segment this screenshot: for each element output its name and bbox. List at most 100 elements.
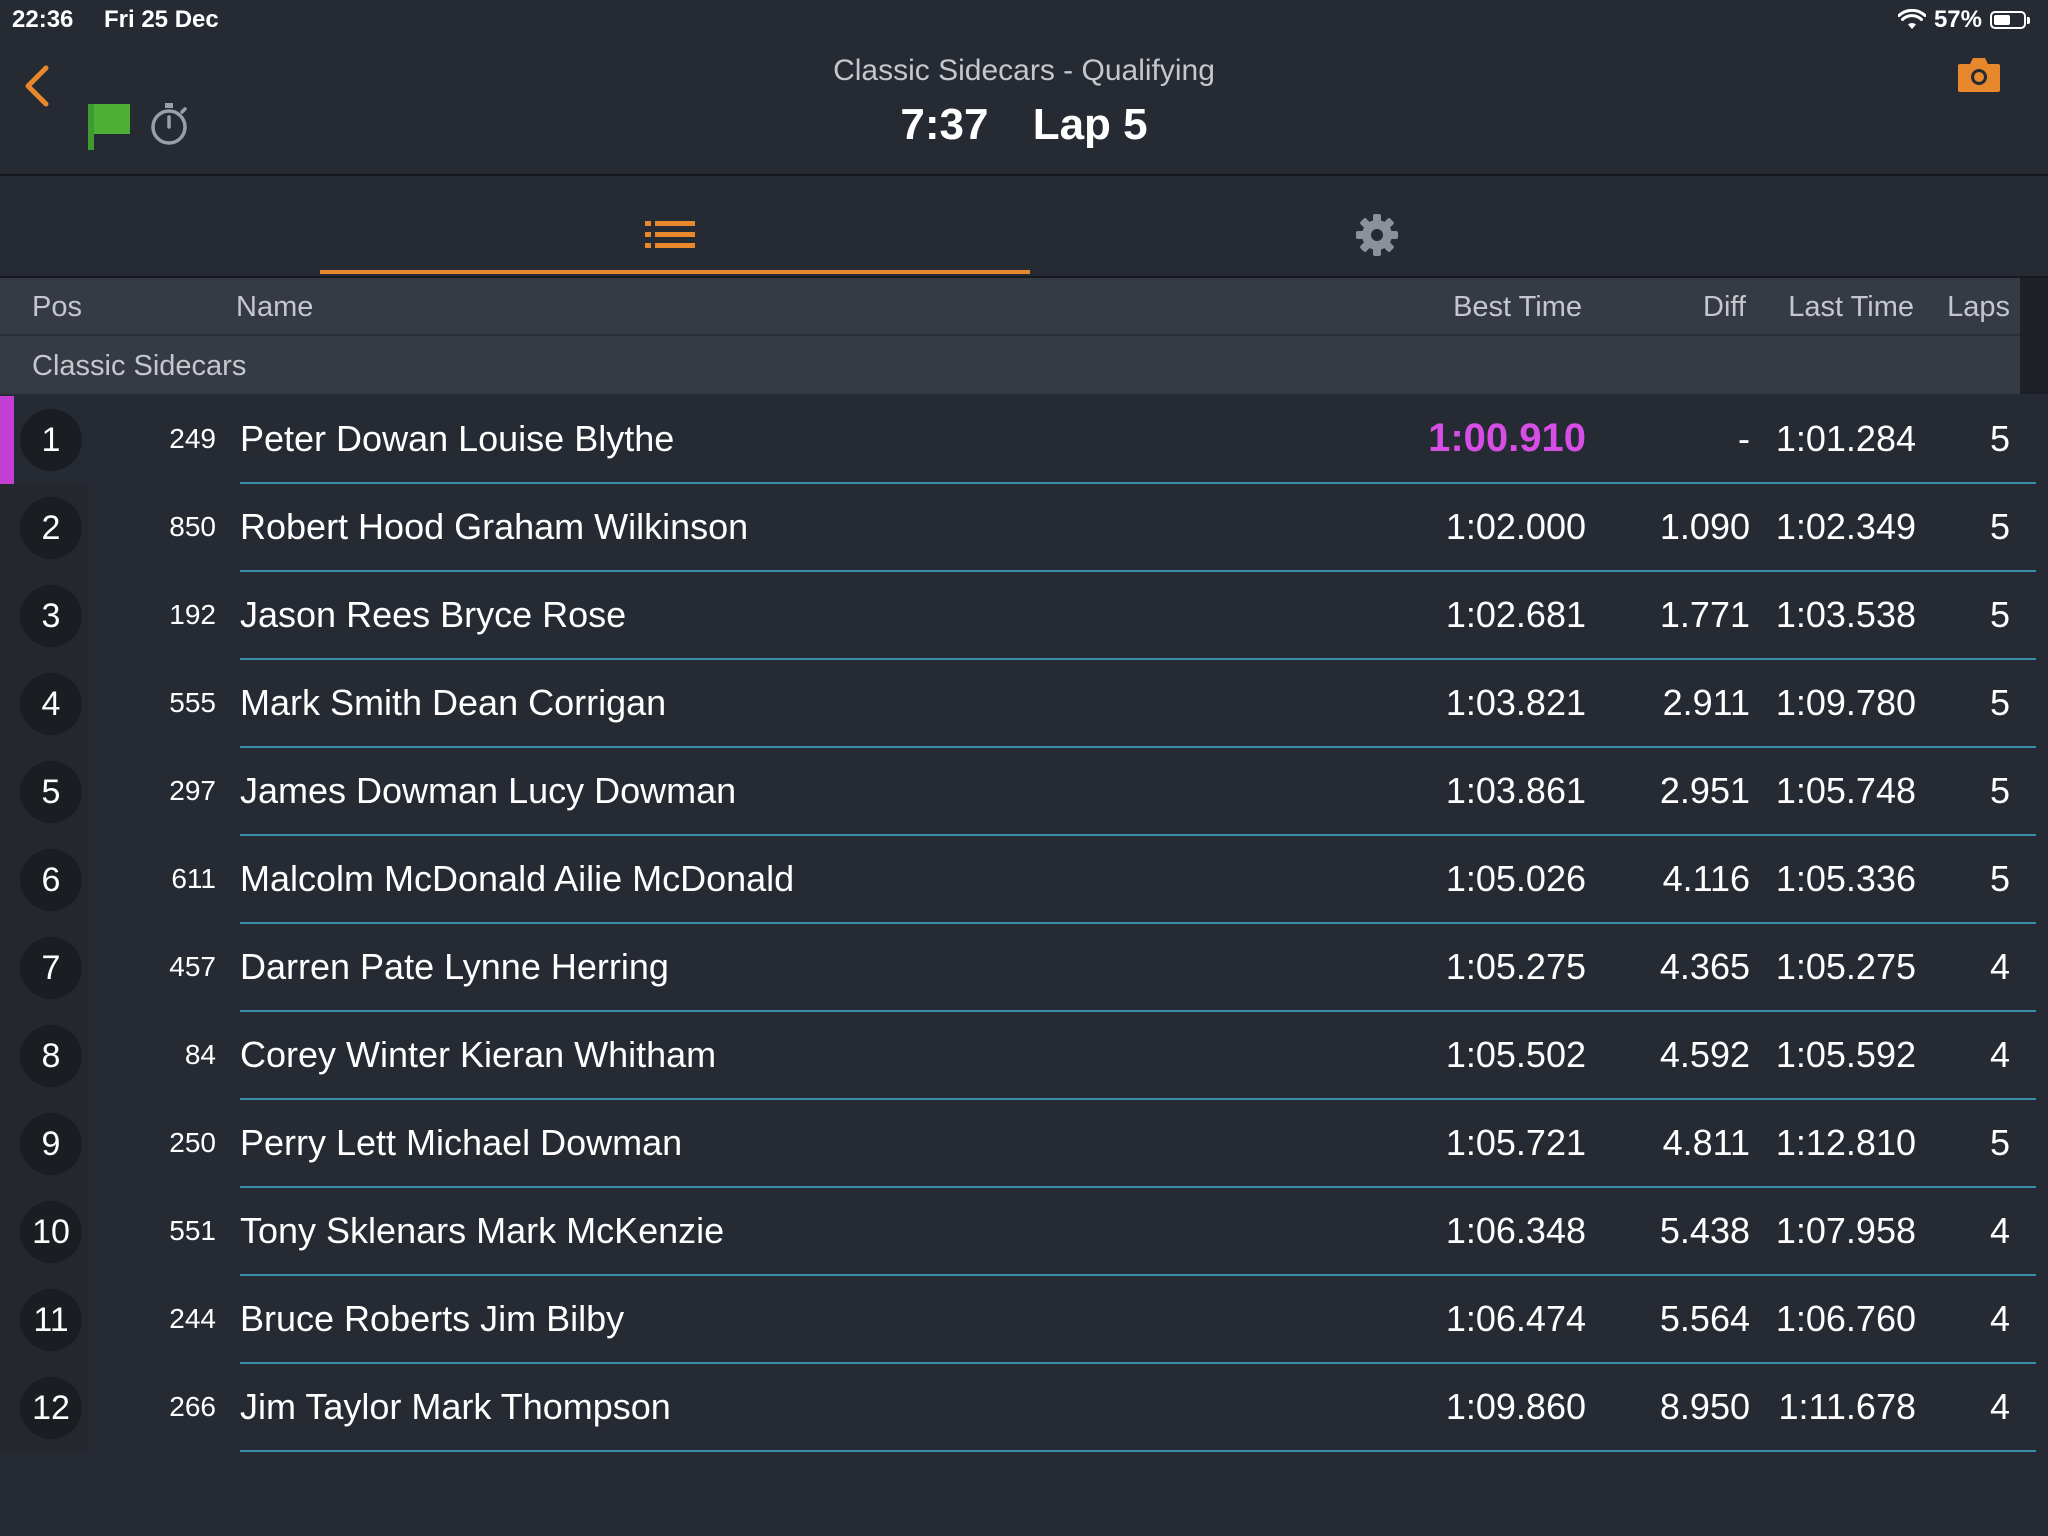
result-row[interactable]: 11 244 Bruce Roberts Jim Bilby 1:06.474 5.56… (0, 1276, 2048, 1364)
position-badge: 8 (20, 1025, 82, 1087)
race-number: 850 (169, 511, 216, 542)
position-badge: 10 (20, 1201, 82, 1263)
last-time: 1:11.678 (1778, 1386, 1916, 1427)
best-time: 1:03.821 (1445, 682, 1586, 723)
race-number: 84 (184, 1039, 216, 1070)
position-badge: 3 (20, 585, 82, 647)
lap-count: 4 (1989, 1298, 2010, 1339)
lap-count: 4 (1989, 946, 2010, 987)
session-lap: Lap 5 (1032, 100, 1148, 149)
race-number: 266 (169, 1391, 216, 1422)
lap-count: 5 (1989, 506, 2010, 547)
result-row[interactable]: 1 249 Peter Dowan Louise Blythe 1:00.910 -1:… (0, 396, 2048, 484)
lap-count: 5 (1989, 1122, 2010, 1163)
best-time: 1:00.910 (1428, 416, 1586, 460)
position-badge: 5 (20, 761, 82, 823)
gap-diff: 8.950 (1659, 1386, 1750, 1427)
status-bar: 22:36 Fri 25 Dec 57% (0, 0, 2048, 40)
race-number: 555 (169, 687, 216, 718)
col-pos[interactable]: Pos (32, 291, 82, 324)
last-time: 1:05.748 (1775, 770, 1916, 811)
lap-count: 5 (1989, 682, 2010, 723)
session-title: Classic Sidecars - Qualifying (833, 54, 1215, 87)
last-time: 1:03.538 (1775, 594, 1916, 635)
status-date: Fri 25 Dec (104, 6, 219, 33)
last-time: 1:06.760 (1775, 1298, 1916, 1339)
session-clock: 7:37 (900, 100, 989, 149)
best-time: 1:05.502 (1445, 1034, 1586, 1075)
tab-settings[interactable] (1030, 176, 1740, 274)
result-row[interactable]: 8 84 Corey Winter Kieran Whitham 1:05.502 4.… (0, 1012, 2048, 1100)
col-best-time[interactable]: Best Time (1400, 291, 1582, 324)
competitor-name: James Dowman Lucy Dowman (240, 770, 737, 811)
result-row[interactable]: 10 551 Tony Sklenars Mark McKenzie 1:06.348… (0, 1188, 2048, 1276)
competitor-name: Corey Winter Kieran Whitham (240, 1034, 717, 1075)
race-number: 297 (169, 775, 216, 806)
position-badge: 7 (20, 937, 82, 999)
tab-list[interactable] (320, 176, 1030, 274)
best-time: 1:05.275 (1445, 946, 1586, 987)
gap-diff: 5.564 (1659, 1298, 1750, 1339)
race-number: 611 (171, 863, 216, 894)
race-number: 250 (169, 1127, 216, 1158)
race-number: 457 (169, 951, 216, 982)
scrollbar[interactable] (2020, 278, 2048, 394)
col-laps[interactable]: Laps (1936, 291, 2010, 324)
lap-count: 5 (1989, 418, 2010, 459)
best-time: 1:06.474 (1445, 1298, 1586, 1339)
results-list: 1 249 Peter Dowan Louise Blythe 1:00.910-1:… (0, 396, 2048, 1452)
col-last-time[interactable]: Last Time (1760, 291, 1914, 324)
last-time: 1:07.958 (1775, 1210, 1916, 1251)
header: Classic Sidecars - Qualifying 7:37 Lap 5 (0, 40, 2048, 176)
last-time: 1:09.780 (1775, 682, 1916, 723)
position-badge: 4 (20, 673, 82, 735)
result-row[interactable]: 5 297 James Dowman Lucy Dowman 1:03.861 2.95… (0, 748, 2048, 836)
gear-icon (1356, 214, 1398, 256)
result-row[interactable]: 6 611 Malcolm McDonald Ailie McDonald 1:05.… (0, 836, 2048, 924)
lap-count: 4 (1989, 1210, 2010, 1251)
table-header: Pos Name Best Time Diff Last Time Laps (0, 278, 2020, 336)
col-diff[interactable]: Diff (1610, 291, 1746, 324)
gap-diff: 1.090 (1659, 506, 1750, 547)
fastest-marker (0, 396, 14, 484)
last-time: 1:05.592 (1775, 1034, 1916, 1075)
best-time: 1:03.861 (1445, 770, 1586, 811)
lap-count: 4 (1989, 1386, 2010, 1427)
result-row[interactable]: 7 457 Darren Pate Lynne Herring 1:05.275 4.3… (0, 924, 2048, 1012)
camera-icon[interactable] (1956, 54, 2002, 99)
best-time: 1:02.681 (1445, 594, 1586, 635)
last-time: 1:01.284 (1775, 418, 1916, 459)
gap-diff: 4.116 (1662, 858, 1750, 899)
best-time: 1:02.000 (1445, 506, 1586, 547)
last-time: 1:05.336 (1775, 858, 1916, 899)
competitor-name: Darren Pate Lynne Herring (240, 946, 669, 987)
last-time: 1:02.349 (1775, 506, 1916, 547)
status-indicators: 57% (1897, 6, 2030, 34)
class-group-header: Classic Sidecars (0, 336, 2020, 394)
position-badge: 1 (20, 409, 82, 471)
race-number: 244 (169, 1303, 216, 1334)
result-row[interactable]: 9 250 Perry Lett Michael Dowman 1:05.721 4.8… (0, 1100, 2048, 1188)
result-row[interactable]: 4 555 Mark Smith Dean Corrigan 1:03.821 2.91… (0, 660, 2048, 748)
competitor-name: Jim Taylor Mark Thompson (240, 1386, 671, 1427)
result-row[interactable]: 12 266 Jim Taylor Mark Thompson 1:09.860 8.9… (0, 1364, 2048, 1452)
competitor-name: Peter Dowan Louise Blythe (240, 418, 675, 459)
competitor-name: Jason Rees Bryce Rose (240, 594, 627, 635)
best-time: 1:05.721 (1445, 1122, 1586, 1163)
battery-level (1994, 15, 2010, 25)
last-time: 1:05.275 (1775, 946, 1916, 987)
position-badge: 6 (20, 849, 82, 911)
battery-percent: 57% (1933, 6, 1982, 33)
status-time: 22:36 (12, 6, 74, 33)
col-name[interactable]: Name (236, 291, 313, 324)
best-time: 1:05.026 (1445, 858, 1586, 899)
gap-diff: 5.438 (1659, 1210, 1750, 1251)
result-row[interactable]: 2 850 Robert Hood Graham Wilkinson 1:02.000… (0, 484, 2048, 572)
result-row[interactable]: 3 192 Jason Rees Bryce Rose 1:02.681 1.771 1:… (0, 572, 2048, 660)
competitor-name: Robert Hood Graham Wilkinson (240, 506, 749, 547)
view-tabs (0, 176, 2048, 278)
race-number: 551 (169, 1215, 216, 1246)
competitor-name: Tony Sklenars Mark McKenzie (240, 1210, 725, 1251)
gap-diff: 2.951 (1659, 770, 1750, 811)
competitor-name: Mark Smith Dean Corrigan (240, 682, 667, 723)
